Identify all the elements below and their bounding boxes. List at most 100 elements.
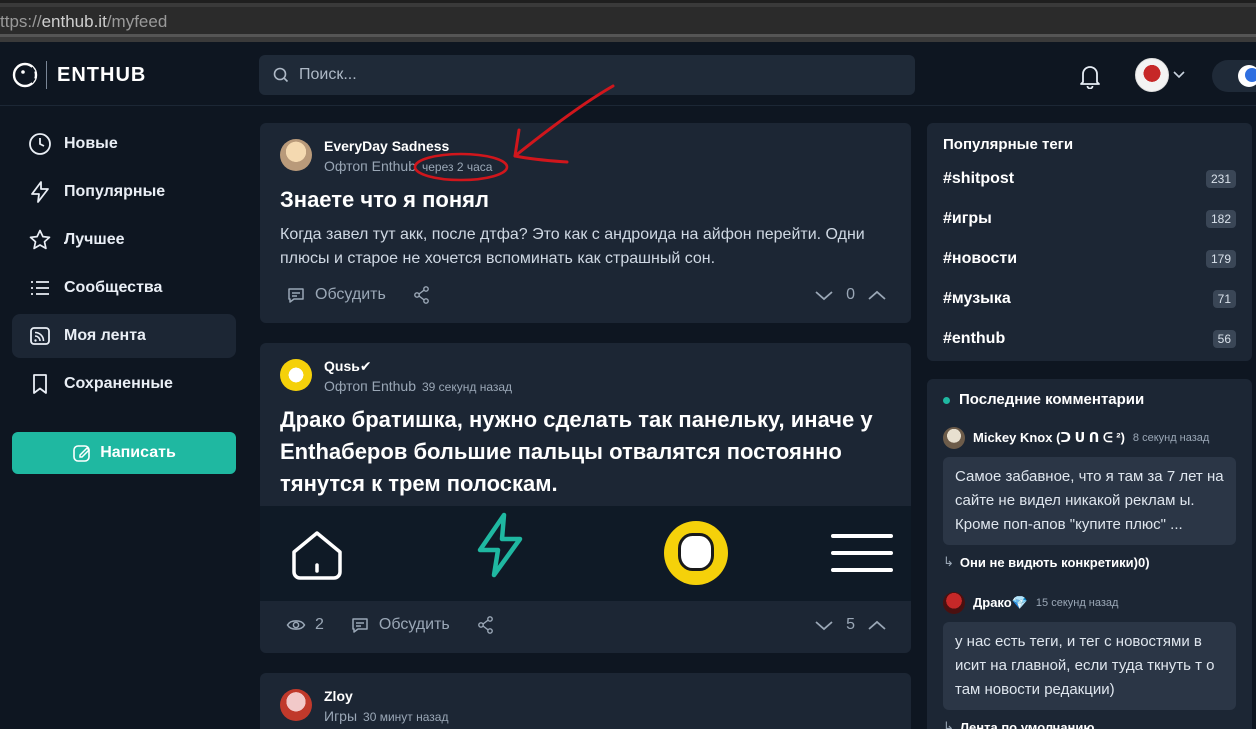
share-button[interactable] [412, 285, 441, 305]
post-title[interactable]: Знаете что я понял [280, 184, 489, 216]
user-avatar[interactable] [1135, 58, 1169, 92]
comment-reply-link[interactable]: ↳ Они не видють конкретики)0) [943, 554, 1236, 570]
comment-reply-link[interactable]: ↳ Лента по умолчанию [943, 719, 1236, 729]
logo[interactable]: ENTHUB [12, 61, 146, 89]
hamburger-menu-icon [831, 534, 893, 572]
tag-item[interactable]: #новости 179 [927, 239, 1252, 279]
live-dot-icon [943, 396, 950, 404]
upvote-icon[interactable] [867, 285, 887, 305]
downvote-icon[interactable] [814, 615, 834, 635]
community-name[interactable]: Офтоп Enthub [324, 158, 416, 174]
bell-icon[interactable] [1078, 63, 1102, 89]
logo-text: ENTHUB [57, 63, 147, 86]
views-counter: 2 [286, 615, 324, 635]
share-icon [477, 616, 493, 634]
tag-item[interactable]: #enthub 56 [927, 319, 1252, 359]
url-field[interactable]: ttps://enthub.it/myfeed [0, 7, 1256, 37]
post-card[interactable]: Qusь✔ Офтоп Enthub 39 секунд назад Драко … [260, 343, 911, 653]
post-title[interactable]: Драко братишка, нужно сделать так панель… [280, 404, 900, 500]
comment-text[interactable]: у нас есть теги, и тег с новостями в иси… [943, 622, 1236, 710]
tag-count: 179 [1205, 250, 1236, 268]
recent-comments-panel: Последние комментарии Mickey Knox (ᑐ ᑌ ᑎ… [927, 379, 1252, 729]
sidebar: Новые Популярные Лучшее Сообщества Моя л… [12, 122, 236, 474]
write-button[interactable]: Написать [12, 432, 236, 474]
sidebar-item-my-feed[interactable]: Моя лента [12, 314, 236, 358]
site-header: ENTHUB [0, 42, 1256, 106]
sidebar-item-popular[interactable]: Популярные [12, 170, 236, 214]
comment-item: Драко💎 15 секунд назад у нас есть теги, … [943, 592, 1236, 729]
comment-author[interactable]: Mickey Knox (ᑐ ᑌ ᑎ ᕮ ²) 8 секунд назад [943, 427, 1236, 449]
annotation-arrow-icon [513, 84, 615, 164]
enthub-logo-icon [12, 62, 38, 88]
eye-icon [286, 620, 306, 630]
pencil-icon [73, 445, 91, 462]
post-actions: 2 Обсудить [286, 615, 531, 635]
logo-divider [46, 61, 47, 89]
chevron-down-icon[interactable] [1173, 70, 1185, 80]
post-author: Qusь✔ Офтоп Enthub 39 секунд назад [280, 357, 512, 398]
browser-url-bar: ttps://enthub.it/myfeed [0, 0, 1256, 42]
list-icon [31, 281, 49, 295]
post-actions: Обсудить [286, 285, 467, 305]
vote-count: 0 [846, 286, 855, 303]
home-icon [292, 531, 342, 580]
sidebar-item-new[interactable]: Новые [12, 122, 236, 166]
popular-tags-panel: Популярные теги #shitpost 231 #игры 182 #н… [927, 123, 1252, 361]
comment-avatar[interactable] [943, 592, 965, 614]
author-avatar[interactable] [280, 359, 312, 391]
moon-icon [1238, 65, 1256, 87]
post-time: 39 секунд назад [421, 380, 513, 394]
vote-controls: 0 [814, 285, 887, 305]
tag-item[interactable]: #музыка 71 [927, 279, 1252, 319]
share-icon [413, 286, 429, 304]
vote-count: 5 [846, 616, 855, 633]
search-icon [273, 67, 289, 83]
comment-avatar[interactable] [943, 427, 965, 449]
annotation-circle [413, 152, 509, 182]
community-name[interactable]: Игры [324, 708, 357, 724]
discuss-button[interactable]: Обсудить [350, 615, 450, 635]
panel-title: Популярные теги [943, 136, 1074, 153]
lightning-icon [477, 512, 523, 578]
sidebar-item-best[interactable]: Лучшее [12, 218, 236, 262]
post-author: Zloy Игры 30 минут назад [280, 687, 448, 728]
comment-item: Mickey Knox (ᑐ ᑌ ᑎ ᕮ ²) 8 секунд назад С… [943, 427, 1236, 570]
tag-count: 182 [1205, 210, 1236, 228]
discuss-button[interactable]: Обсудить [286, 285, 386, 305]
panel-title: Последние комментарии [943, 391, 1236, 408]
vote-controls: 5 [814, 615, 887, 635]
comment-time: 15 секунд назад [1035, 597, 1119, 609]
upvote-icon[interactable] [867, 615, 887, 635]
post-body: Когда завел тут акк, после дтфа? Это как… [280, 226, 865, 267]
author-avatar[interactable] [280, 139, 312, 171]
lightning-icon [31, 181, 49, 203]
comment-icon [352, 618, 368, 633]
author-name[interactable]: Zloy [324, 687, 448, 705]
tag-count: 71 [1212, 290, 1236, 308]
author-name[interactable]: Qusь✔ [324, 357, 512, 375]
post-time: 30 минут назад [363, 710, 449, 724]
downvote-icon[interactable] [814, 285, 834, 305]
clock-icon [29, 133, 51, 155]
post-card[interactable]: Zloy Игры 30 минут назад [260, 673, 911, 729]
feed-icon [30, 327, 50, 345]
comment-icon [288, 288, 304, 303]
tag-count: 56 [1212, 330, 1236, 348]
theme-toggle[interactable] [1212, 60, 1256, 92]
reply-arrow-icon: ↳ [943, 719, 954, 729]
reply-arrow-icon: ↳ [943, 554, 954, 569]
share-button[interactable] [476, 615, 505, 635]
star-icon [29, 229, 51, 250]
bookmark-icon [33, 374, 47, 394]
tag-item[interactable]: #shitpost 231 [927, 159, 1252, 199]
tag-count: 231 [1205, 170, 1236, 188]
author-avatar[interactable] [280, 689, 312, 721]
sidebar-item-communities[interactable]: Сообщества [12, 266, 236, 310]
tag-item[interactable]: #игры 182 [927, 199, 1252, 239]
post-image[interactable] [260, 506, 911, 601]
sidebar-item-saved[interactable]: Сохраненные [12, 362, 236, 406]
community-name[interactable]: Офтоп Enthub [324, 378, 416, 394]
comment-author[interactable]: Драко💎 15 секунд назад [943, 592, 1236, 614]
comment-text[interactable]: Самое забавное, что я там за 7 лет на са… [943, 457, 1236, 545]
avatar-image [664, 521, 728, 585]
